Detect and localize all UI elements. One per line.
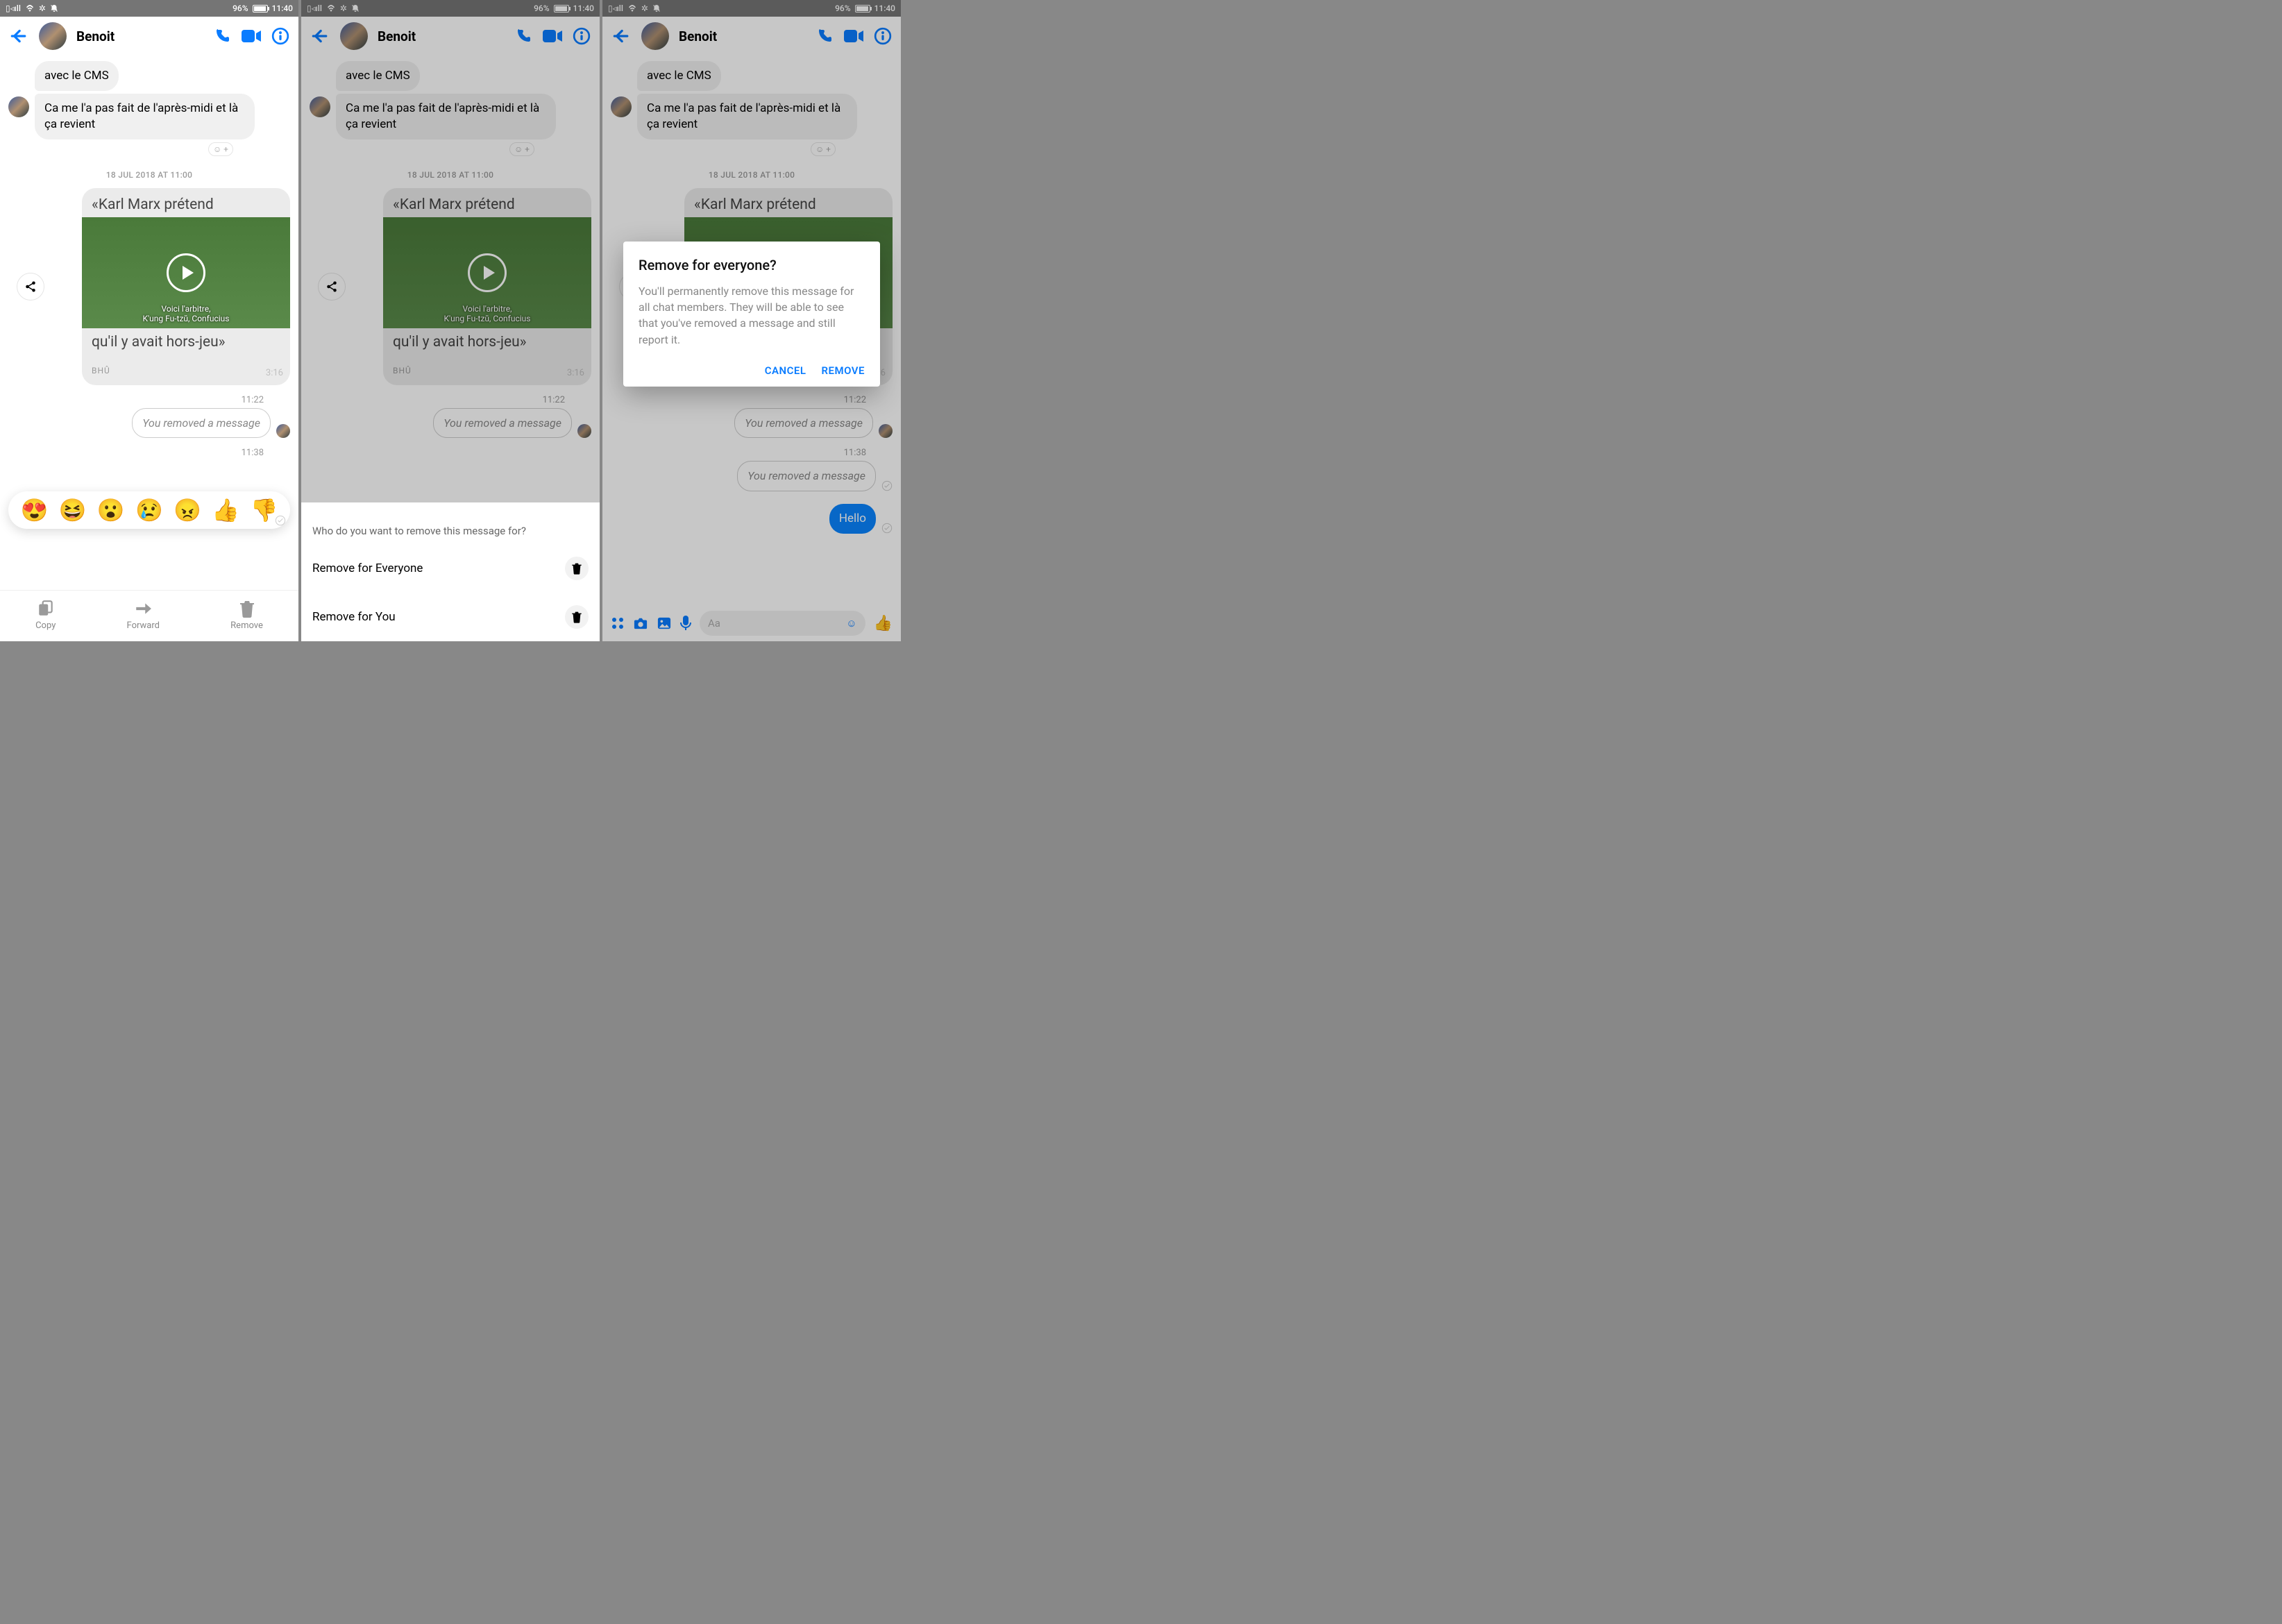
- seen-avatar: [276, 424, 290, 438]
- delivered-icon: [275, 515, 290, 526]
- confirm-remove-dialog: Remove for everyone? You'll permanently …: [623, 242, 880, 387]
- cancel-button[interactable]: CANCEL: [765, 364, 806, 377]
- action-copy[interactable]: Copy: [35, 600, 56, 631]
- reaction-angry[interactable]: 😠: [174, 497, 201, 523]
- contact-name[interactable]: Benoit: [76, 28, 115, 44]
- screenshot-2: ▯◃ıll ✲ 96% 11:40 Benoit avec le CMS Ca …: [301, 0, 600, 641]
- reaction-haha[interactable]: 😆: [59, 497, 87, 523]
- action-forward[interactable]: Forward: [127, 600, 160, 631]
- dialog-body: You'll permanently remove this message f…: [639, 283, 865, 348]
- reaction-thumbs-down[interactable]: 👎: [250, 497, 278, 523]
- card-headline-top: «Karl Marx prétend: [82, 188, 290, 217]
- video-subtitle: Voici l'arbitre, K'ung Fu-tzŭ, Confucius: [82, 304, 290, 324]
- video-duration: 3:16: [266, 368, 283, 378]
- card-source: BHÛ: [82, 360, 290, 385]
- signal-icon: ▯◃ıll: [6, 3, 21, 13]
- clock: 11:40: [272, 3, 293, 13]
- dnd-icon: [50, 4, 58, 12]
- dialog-title: Remove for everyone?: [639, 257, 865, 273]
- incoming-message[interactable]: avec le CMS: [35, 61, 119, 91]
- back-button[interactable]: [7, 25, 29, 47]
- reaction-sad[interactable]: 😢: [135, 497, 163, 523]
- sender-avatar[interactable]: [8, 96, 29, 117]
- share-button[interactable]: [17, 273, 44, 301]
- voice-call-button[interactable]: [211, 25, 233, 47]
- remove-button[interactable]: REMOVE: [822, 364, 865, 377]
- chat-header: Benoit: [0, 17, 298, 56]
- contact-avatar[interactable]: [39, 22, 67, 50]
- wifi-icon: [25, 5, 35, 12]
- add-reaction-hint[interactable]: ☺ +: [8, 142, 290, 156]
- reaction-wow[interactable]: 😮: [97, 497, 125, 523]
- trash-icon: [565, 605, 589, 629]
- video-thumbnail[interactable]: Voici l'arbitre, K'ung Fu-tzŭ, Confucius: [82, 217, 290, 328]
- remove-options-sheet: Who do you want to remove this message f…: [301, 514, 600, 641]
- action-remove[interactable]: Remove: [230, 600, 263, 631]
- shared-video-card[interactable]: «Karl Marx prétend Voici l'arbitre, K'un…: [82, 188, 290, 385]
- bluetooth-icon: ✲: [39, 3, 46, 13]
- timestamp: 11:38: [17, 448, 282, 458]
- modal-scrim[interactable]: [301, 0, 600, 502]
- play-icon: [167, 253, 205, 292]
- timestamp: 11:22: [17, 395, 282, 405]
- sheet-title: Who do you want to remove this message f…: [301, 514, 600, 544]
- screenshot-3: ▯◃ıll ✲ 96% 11:40 Benoit avec le CMS Ca …: [602, 0, 901, 641]
- battery-icon: [253, 5, 268, 12]
- reaction-love[interactable]: 😍: [21, 497, 49, 523]
- message-list[interactable]: avec le CMS Ca me l'a pas fait de l'aprè…: [0, 56, 298, 590]
- card-headline-bottom: qu'il y avait hors-jeu» 3:16: [82, 328, 290, 360]
- trash-icon: [565, 557, 589, 580]
- remove-for-you-option[interactable]: Remove for You: [301, 593, 600, 641]
- video-call-button[interactable]: [240, 25, 262, 47]
- date-divider: 18 JUL 2018 AT 11:00: [8, 170, 290, 180]
- screenshot-1: ▯◃ıll ✲ 96% 11:40 Benoit: [0, 0, 298, 641]
- reaction-picker: 😍 😆 😮 😢 😠 👍 👎: [8, 491, 290, 529]
- remove-for-everyone-option[interactable]: Remove for Everyone: [301, 544, 600, 593]
- info-button[interactable]: [269, 25, 291, 47]
- battery-percent: 96%: [233, 3, 248, 13]
- message-action-bar: Copy Forward Remove: [0, 590, 298, 641]
- incoming-message[interactable]: Ca me l'a pas fait de l'après-midi et là…: [35, 94, 255, 139]
- reaction-thumbs-up[interactable]: 👍: [212, 497, 239, 523]
- removed-message-placeholder[interactable]: You removed a message: [132, 408, 271, 439]
- status-bar: ▯◃ıll ✲ 96% 11:40: [0, 0, 298, 17]
